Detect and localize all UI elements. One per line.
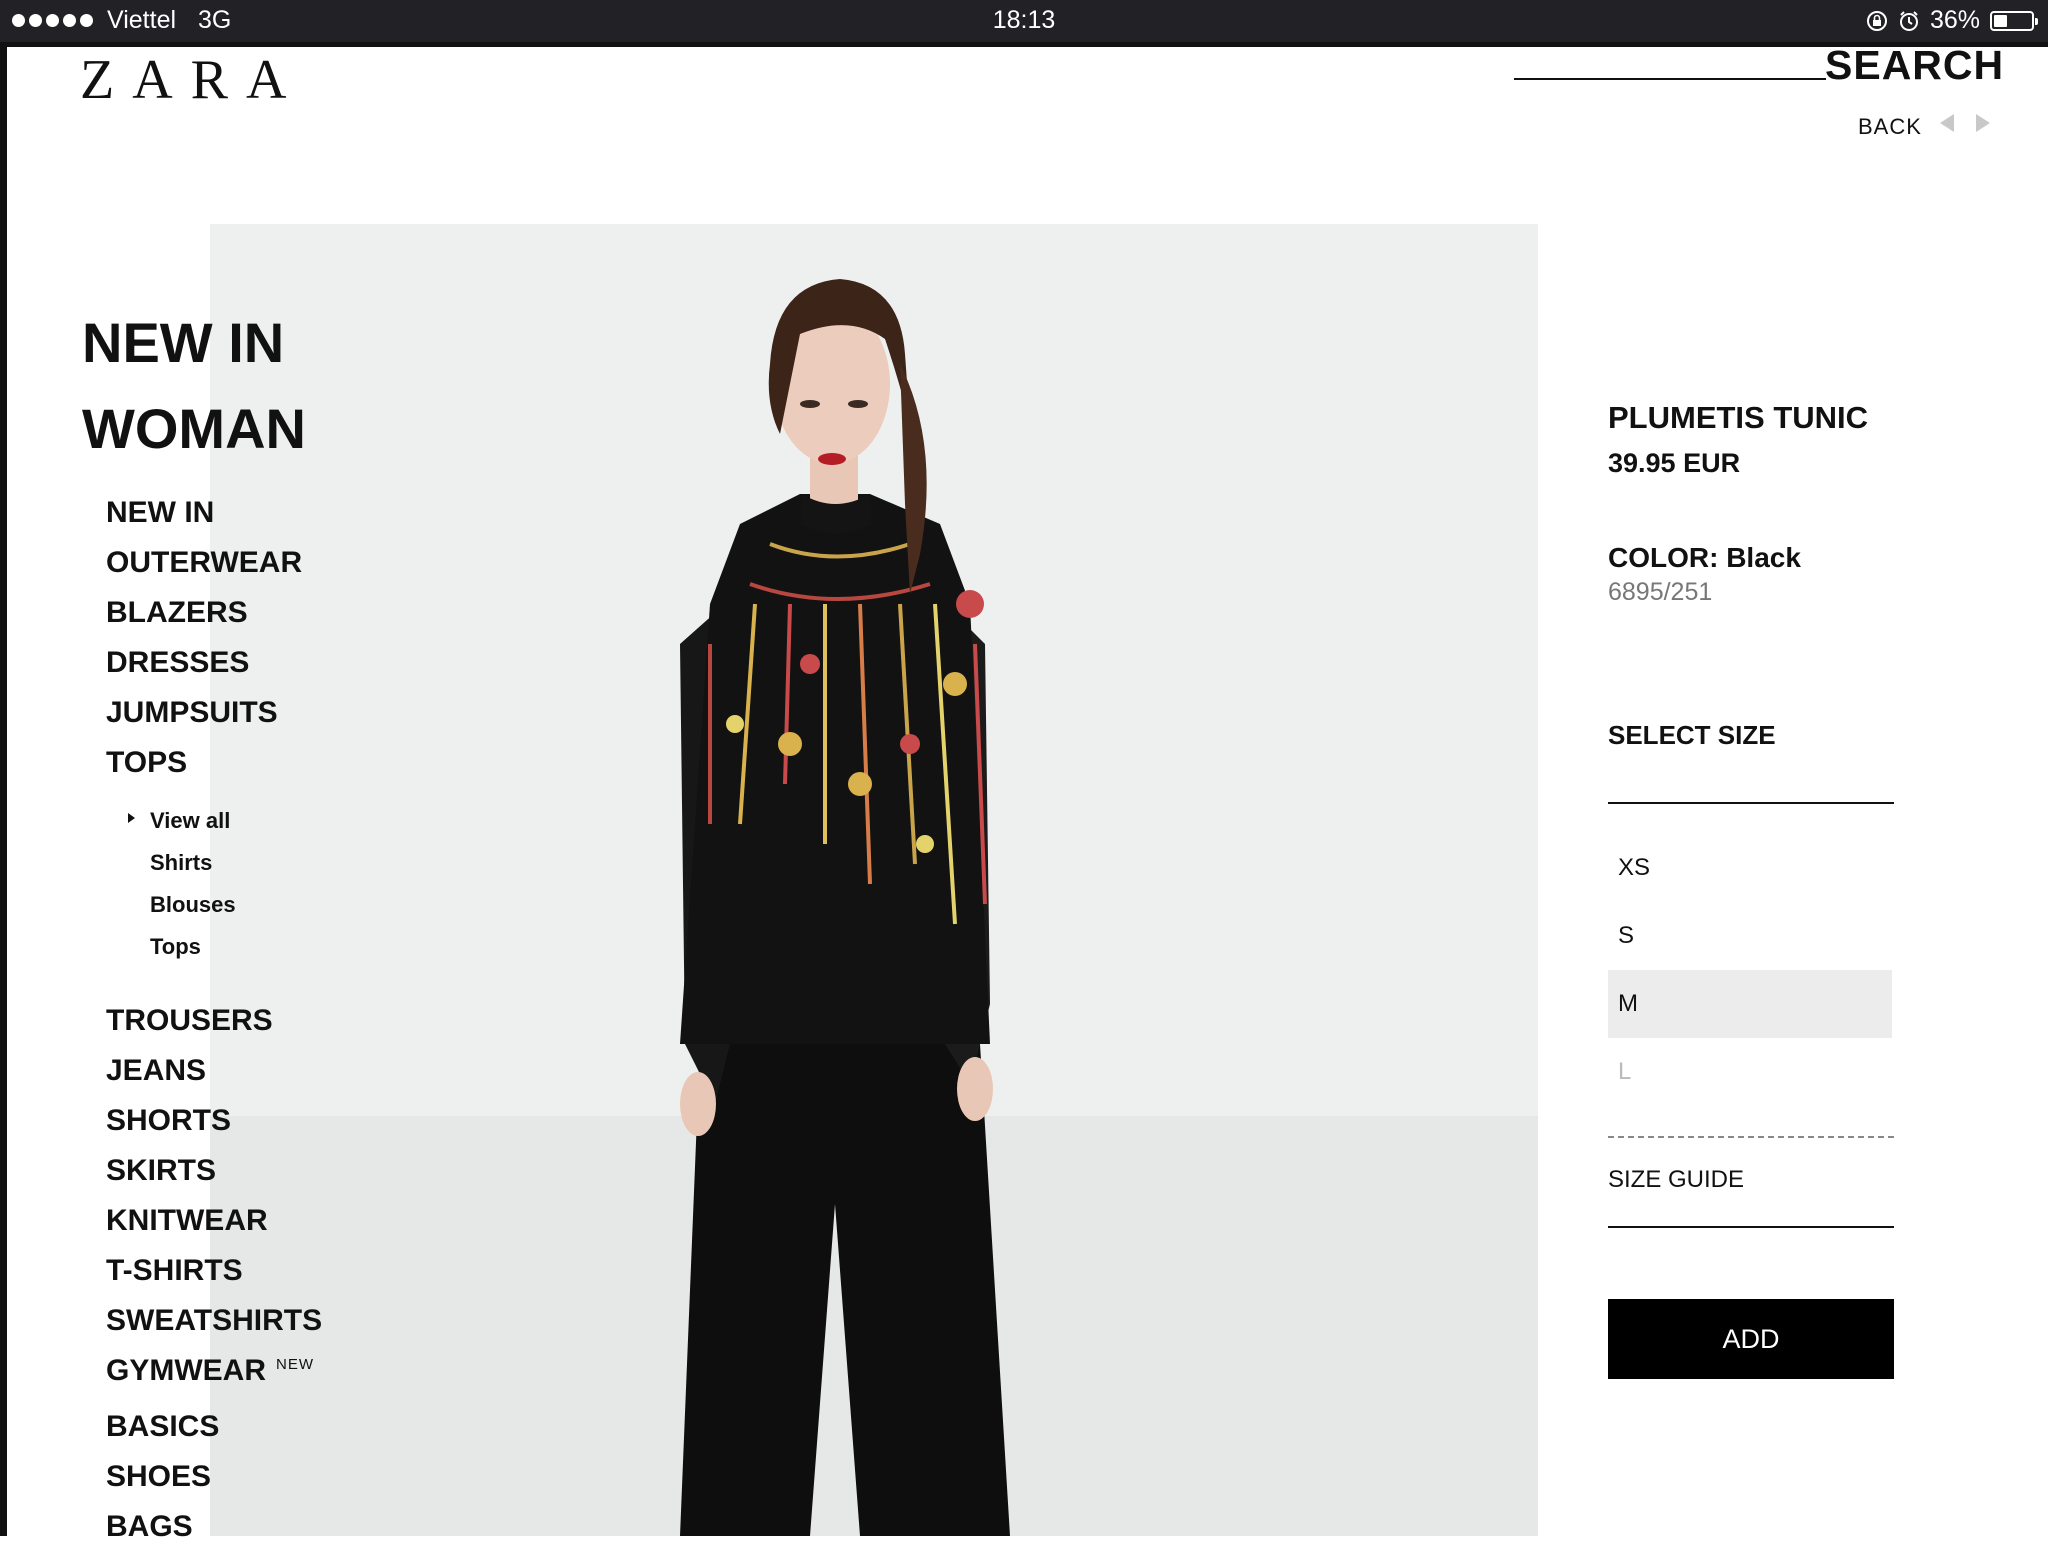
expanded-arrow-icon <box>128 813 135 823</box>
status-right: 36% <box>1866 6 2038 35</box>
size-option-s[interactable]: S <box>1608 902 1892 970</box>
size-divider <box>1608 802 1894 804</box>
nav-item-jeans[interactable]: JEANS <box>106 1054 206 1088</box>
nav-item-trousers[interactable]: TROUSERS <box>106 1004 273 1038</box>
subnav-item-shirts[interactable]: Shirts <box>150 850 212 876</box>
product-name: PLUMETIS TUNIC <box>1608 400 1869 435</box>
carrier-name: Viettel <box>107 6 177 34</box>
select-size-label: SELECT SIZE <box>1608 720 1776 750</box>
battery-percent: 36% <box>1929 6 1980 34</box>
nav-item-new-in[interactable]: NEW IN <box>106 496 214 530</box>
signal-strength-icon <box>12 14 93 27</box>
subnav-item-view-all[interactable]: View all <box>150 808 230 834</box>
product-image <box>210 224 1538 1536</box>
subnav-item-blouses[interactable]: Blouses <box>150 892 236 918</box>
nav-item-dresses[interactable]: DRESSES <box>106 646 249 680</box>
battery-icon <box>1990 10 2038 31</box>
product-color: COLOR: Black <box>1608 542 1801 573</box>
nav-item-gymwear[interactable]: GYMWEAR NEW <box>106 1354 314 1388</box>
add-to-cart-button[interactable]: ADD <box>1608 1299 1894 1379</box>
category-nav: NEW IN WOMAN NEW IN OUTERWEAR BLAZERS DR… <box>82 300 322 1543</box>
nav-item-skirts[interactable]: SKIRTS <box>106 1154 216 1188</box>
nav-item-shorts[interactable]: SHORTS <box>106 1104 231 1138</box>
search-input[interactable] <box>1514 78 1826 80</box>
previous-arrow-icon[interactable] <box>1940 114 1954 132</box>
nav-item-shoes[interactable]: SHOES <box>106 1460 211 1494</box>
size-list-divider <box>1608 1136 1894 1138</box>
nav-item-basics[interactable]: BASICS <box>106 1410 219 1444</box>
nav-item-sweatshirts[interactable]: SWEATSHIRTS <box>106 1304 322 1338</box>
size-option-l: L <box>1618 1058 1632 1085</box>
alarm-icon <box>1898 10 1920 32</box>
battery-fill <box>1994 14 2007 27</box>
nav-item-gymwear-label: GYMWEAR <box>106 1354 266 1387</box>
nav-item-blazers[interactable]: BLAZERS <box>106 596 248 630</box>
new-badge: NEW <box>276 1356 314 1373</box>
search-button[interactable]: SEARCH <box>1825 42 2004 89</box>
product-reference: 6895/251 <box>1608 578 1713 606</box>
rotation-lock-icon <box>1866 10 1888 32</box>
nav-item-t-shirts[interactable]: T-SHIRTS <box>106 1254 243 1288</box>
nav-item-jumpsuits[interactable]: JUMPSUITS <box>106 696 278 730</box>
size-option-m[interactable]: M <box>1608 970 1892 1038</box>
size-guide-divider <box>1608 1226 1894 1228</box>
back-link[interactable]: BACK <box>1858 114 1922 140</box>
product-price: 39.95 EUR <box>1608 448 1741 478</box>
size-guide-link[interactable]: SIZE GUIDE <box>1608 1166 1744 1194</box>
status-time: 18:13 <box>992 6 1056 34</box>
nav-item-outerwear[interactable]: OUTERWEAR <box>106 546 302 580</box>
nav-item-bags[interactable]: BAGS <box>106 1510 193 1544</box>
nav-title-line2[interactable]: WOMAN <box>82 386 306 472</box>
app-frame-left <box>0 42 7 1536</box>
next-arrow-icon[interactable] <box>1976 114 1990 132</box>
model-illustration <box>680 279 1010 1536</box>
network-type: 3G <box>198 6 232 34</box>
nav-item-knitwear[interactable]: KNITWEAR <box>106 1204 268 1238</box>
app-frame-top <box>0 42 2048 47</box>
subnav-item-tops[interactable]: Tops <box>150 934 201 960</box>
status-bar: Viettel 3G 18:13 36% <box>0 0 2048 42</box>
zara-logo[interactable]: ZARA <box>80 52 304 108</box>
nav-item-tops[interactable]: TOPS <box>106 746 187 780</box>
size-option-xs[interactable]: XS <box>1608 834 1892 902</box>
status-left: Viettel 3G <box>12 6 231 35</box>
nav-title-line1[interactable]: NEW IN <box>82 300 306 386</box>
